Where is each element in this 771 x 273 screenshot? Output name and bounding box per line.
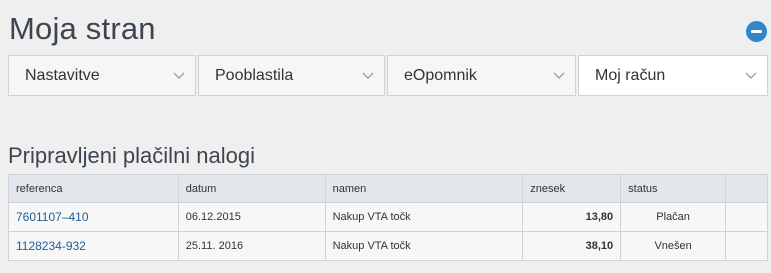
menu-dropdown-label: Pooblastila: [215, 67, 294, 84]
menu-dropdown-label: Nastavitve: [25, 67, 100, 84]
column-header-datum[interactable]: datum: [177, 174, 326, 203]
chevron-down-icon: [173, 72, 185, 79]
table-header-row: referenca datum namen znesek status: [8, 174, 768, 203]
menu-dropdown-nastavitve[interactable]: Nastavitve: [8, 55, 196, 96]
top-menu: Nastavitve Pooblastila eOpomnik Moj raču…: [8, 55, 768, 96]
chevron-down-icon: [745, 72, 757, 79]
order-reference-link[interactable]: 1128234-932: [8, 231, 179, 261]
chevron-down-icon: [553, 72, 565, 79]
menu-dropdown-moj-racun[interactable]: Moj račun: [578, 55, 768, 96]
menu-dropdown-pooblastila[interactable]: Pooblastila: [198, 55, 385, 96]
table-row: 7601107–410 06.12.2015 Nakup VTA točk 13…: [8, 202, 768, 232]
order-purpose: Nakup VTA točk: [324, 202, 524, 232]
menu-dropdown-label: eOpomnik: [404, 67, 477, 84]
table-row: 1128234-932 25.11. 2016 Nakup VTA točk 3…: [8, 231, 768, 261]
order-date: 06.12.2015: [177, 202, 326, 232]
page-title: Moja stran: [9, 11, 156, 46]
order-amount: 38,10: [522, 231, 622, 261]
column-header-actions: [725, 174, 768, 203]
collapse-icon[interactable]: [746, 21, 767, 42]
column-header-status[interactable]: status: [620, 174, 727, 203]
chevron-down-icon: [362, 72, 374, 79]
order-reference-link[interactable]: 7601107–410: [8, 202, 179, 232]
order-status: Vnešen: [620, 231, 727, 261]
menu-dropdown-label: Moj račun: [595, 67, 666, 84]
payment-orders-table: referenca datum namen znesek status 7601…: [8, 174, 768, 261]
order-amount: 13,80: [522, 202, 622, 232]
menu-dropdown-eopomnik[interactable]: eOpomnik: [387, 55, 576, 96]
column-header-namen[interactable]: namen: [324, 174, 524, 203]
order-date: 25.11. 2016: [177, 231, 326, 261]
order-status: Plačan: [620, 202, 727, 232]
order-actions-cell: [725, 202, 768, 232]
section-title: Pripravljeni plačilni nalogi: [8, 143, 256, 168]
order-actions-cell: [725, 231, 768, 261]
order-purpose: Nakup VTA točk: [324, 231, 524, 261]
column-header-znesek[interactable]: znesek: [522, 174, 622, 203]
column-header-referenca[interactable]: referenca: [8, 174, 179, 203]
